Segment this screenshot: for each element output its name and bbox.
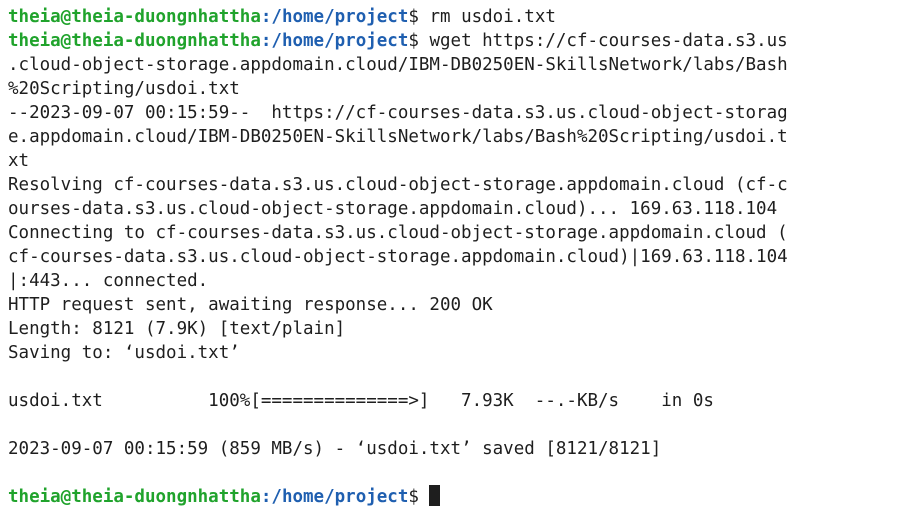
download-progress-line: usdoi.txt 100%[==============>] 7.93K --… bbox=[8, 391, 714, 411]
output-line: cf-courses-data.s3.us.cloud-object-stora… bbox=[8, 247, 788, 267]
command-line: theia@theia-duongnhattha:/home/project$ … bbox=[8, 29, 898, 53]
prompt-symbol: $ bbox=[408, 7, 430, 27]
text-cursor[interactable] bbox=[429, 485, 441, 506]
output-line: ourses-data.s3.us.cloud-object-storage.a… bbox=[8, 199, 778, 219]
prompt-user-host: theia@theia-duongnhattha bbox=[8, 31, 261, 51]
command-text: rm usdoi.txt bbox=[429, 7, 556, 27]
prompt-path: :/home/project bbox=[260, 31, 409, 51]
prompt-user-host: theia@theia-duongnhattha bbox=[8, 7, 261, 27]
output-line: Saving to: ‘usdoi.txt’ bbox=[8, 343, 240, 363]
prompt-path: :/home/project bbox=[260, 487, 409, 507]
output-line: |:443... connected. bbox=[8, 271, 209, 291]
prompt-symbol: $ bbox=[408, 31, 430, 51]
terminal-window[interactable]: theia@theia-duongnhattha:/home/project$ … bbox=[0, 0, 898, 514]
output-line: Resolving cf-courses-data.s3.us.cloud-ob… bbox=[8, 175, 788, 195]
command-continuation: %20Scripting/usdoi.txt bbox=[8, 79, 240, 99]
output-line: xt bbox=[8, 151, 30, 171]
output-line: Length: 8121 (7.9K) [text/plain] bbox=[8, 319, 346, 339]
output-line: 2023-09-07 00:15:59 (859 MB/s) - ‘usdoi.… bbox=[8, 439, 662, 459]
output-line: --2023-09-07 00:15:59-- https://cf-cours… bbox=[8, 103, 788, 123]
prompt-symbol: $ bbox=[408, 487, 430, 507]
command-continuation: .cloud-object-storage.appdomain.cloud/IB… bbox=[8, 55, 788, 75]
prompt-path: :/home/project bbox=[260, 7, 409, 27]
output-line: e.appdomain.cloud/IBM-DB0250EN-SkillsNet… bbox=[8, 127, 788, 147]
output-line: HTTP request sent, awaiting response... … bbox=[8, 295, 493, 315]
prompt-user-host: theia@theia-duongnhattha bbox=[8, 487, 261, 507]
output-line: Connecting to cf-courses-data.s3.us.clou… bbox=[8, 223, 788, 243]
command-text: wget https://cf-courses-data.s3.us bbox=[429, 31, 788, 51]
command-line: theia@theia-duongnhattha:/home/project$ … bbox=[8, 5, 898, 29]
active-prompt-line[interactable]: theia@theia-duongnhattha:/home/project$ bbox=[8, 485, 898, 509]
